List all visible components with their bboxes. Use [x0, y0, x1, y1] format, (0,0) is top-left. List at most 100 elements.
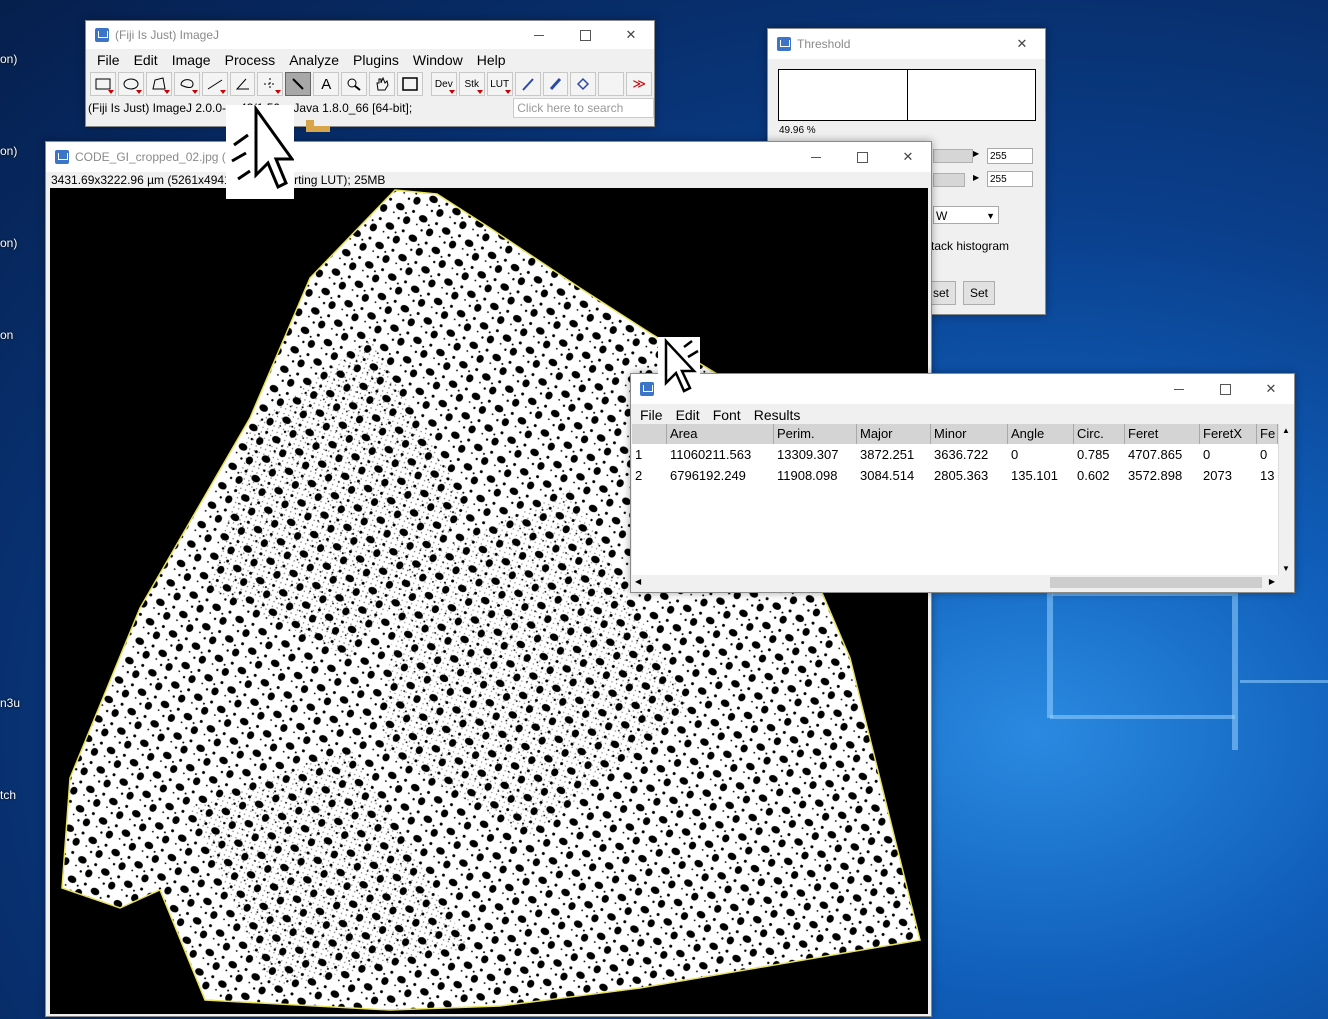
image-titlebar[interactable]: CODE_GI_cropped_02.jpg (G)	[46, 142, 931, 172]
stk-tool[interactable]: Stk	[458, 72, 485, 96]
results-menu-file[interactable]: File	[635, 407, 668, 423]
color-picker-tool[interactable]	[396, 72, 423, 96]
imagej-status-row: (Fiji Is Just) ImageJ 2.0.0-rc-43/1.50e;…	[86, 97, 654, 119]
minimize-button[interactable]	[1156, 374, 1202, 404]
rectangle-tool[interactable]	[90, 72, 116, 96]
min-threshold-field[interactable]: 255	[987, 148, 1033, 164]
table-row[interactable]: 2 6796192.249 11908.098 3084.514 2805.36…	[632, 465, 1278, 486]
column-header[interactable]: Minor	[931, 424, 1008, 444]
imagej-menubar: File Edit Image Process Analyze Plugins …	[86, 49, 654, 71]
table-cell: 3084.514	[860, 468, 915, 483]
close-button[interactable]	[1248, 374, 1294, 404]
minimize-button[interactable]	[793, 142, 839, 172]
vertical-scrollbar[interactable]: ▲ ▼	[1278, 424, 1294, 575]
table-cell: 2	[635, 468, 643, 483]
column-header[interactable]: Circ.	[1074, 424, 1125, 444]
menu-image[interactable]: Image	[165, 52, 218, 68]
display-mode-select[interactable]: W ▼	[933, 206, 999, 224]
desktop-icon-label[interactable]: on	[0, 328, 13, 342]
column-header[interactable]: Area	[667, 424, 774, 444]
freehand-tool[interactable]	[173, 72, 200, 96]
empty-tool-slot[interactable]	[598, 72, 625, 96]
imagej-app-icon	[95, 28, 109, 42]
lut-tool[interactable]: LUT	[486, 72, 513, 96]
menu-window[interactable]: Window	[406, 52, 470, 68]
table-row[interactable]: 1 11060211.563 13309.307 3872.251 3636.7…	[632, 444, 1278, 465]
desktop-icon-label[interactable]: tch	[0, 788, 16, 802]
dev-label: Dev	[434, 78, 453, 90]
text-tool[interactable]: A	[313, 72, 340, 96]
column-header[interactable]: Feret	[1125, 424, 1200, 444]
menu-plugins[interactable]: Plugins	[346, 52, 406, 68]
close-button[interactable]	[608, 21, 654, 49]
table-cell: 2073	[1203, 468, 1232, 483]
maximize-button[interactable]	[1202, 374, 1248, 404]
flood-fill-tool[interactable]	[570, 72, 597, 96]
scroll-left-icon[interactable]: ◀	[635, 577, 641, 586]
results-menu-font[interactable]: Font	[708, 407, 746, 423]
desktop-icon-label[interactable]: on)	[0, 52, 17, 66]
magnifier-tool[interactable]	[341, 72, 368, 96]
column-header[interactable]: Fe	[1257, 424, 1278, 444]
slider-arrow-icon[interactable]: ▶	[973, 173, 983, 185]
angle-tool[interactable]	[229, 72, 256, 96]
max-threshold-slider[interactable]	[933, 173, 965, 187]
line-icon	[207, 79, 222, 90]
scroll-right-icon[interactable]: ▶	[1269, 577, 1275, 586]
desktop-icon-label[interactable]: n3u	[0, 696, 20, 710]
threshold-titlebar[interactable]: Threshold	[768, 29, 1045, 59]
min-threshold-slider[interactable]	[933, 149, 973, 163]
max-threshold-field[interactable]: 255	[987, 171, 1033, 187]
threshold-percent: 49.96 %	[779, 125, 816, 136]
brush-tool[interactable]	[542, 72, 569, 96]
close-button[interactable]	[999, 29, 1045, 59]
column-header[interactable]: Angle	[1008, 424, 1074, 444]
scroll-down-icon[interactable]: ▼	[1282, 564, 1290, 573]
stack-histogram-checkbox[interactable]: tack histogram	[931, 239, 1009, 253]
slider-arrow-icon[interactable]: ▶	[973, 149, 983, 161]
image-canvas[interactable]	[50, 188, 928, 1014]
wand-icon	[292, 78, 305, 90]
menu-edit[interactable]: Edit	[127, 52, 165, 68]
table-cell: 3572.898	[1128, 468, 1183, 483]
imagej-main-window: (Fiji Is Just) ImageJ File Edit Image Pr…	[85, 20, 655, 127]
point-tool[interactable]	[257, 72, 284, 96]
desktop-icon-label[interactable]: on)	[0, 144, 17, 158]
oval-icon	[123, 78, 139, 90]
scrollbar-thumb[interactable]	[1050, 577, 1262, 588]
close-button[interactable]	[885, 142, 931, 172]
desktop-icon-label[interactable]: on)	[0, 236, 17, 250]
dev-tool[interactable]: Dev	[430, 72, 457, 96]
more-tools-button[interactable]: ≫	[626, 72, 653, 96]
imagej-titlebar[interactable]: (Fiji Is Just) ImageJ	[86, 21, 654, 49]
results-menu-edit[interactable]: Edit	[671, 407, 705, 423]
horizontal-scrollbar[interactable]: ◀ ▶	[632, 575, 1278, 590]
results-table[interactable]: Area Perim. Major Minor Angle Circ. Fere…	[632, 424, 1278, 575]
maximize-button[interactable]	[562, 21, 608, 49]
chevron-down-icon: ▼	[986, 211, 995, 221]
polygon-tool[interactable]	[145, 72, 172, 96]
column-header[interactable]: FeretX	[1200, 424, 1257, 444]
minimize-button[interactable]	[516, 21, 562, 49]
column-header[interactable]: Major	[857, 424, 931, 444]
oval-tool[interactable]	[117, 72, 144, 96]
search-input[interactable]: Click here to search	[513, 98, 654, 118]
image-window-title: CODE_GI_cropped_02.jpg (G)	[75, 150, 240, 164]
results-titlebar[interactable]	[631, 374, 1294, 404]
column-header[interactable]: Perim.	[774, 424, 857, 444]
menu-help[interactable]: Help	[470, 52, 513, 68]
hand-tool[interactable]	[369, 72, 395, 96]
menu-analyze[interactable]: Analyze	[282, 52, 346, 68]
menu-file[interactable]: File	[90, 52, 127, 68]
set-button[interactable]: Set	[963, 281, 995, 305]
pointer-cursor-icon	[658, 337, 700, 395]
magnifier-icon	[347, 78, 361, 91]
results-menu-results[interactable]: Results	[749, 407, 806, 423]
menu-process[interactable]: Process	[218, 52, 283, 68]
line-tool[interactable]	[201, 72, 228, 96]
wand-tool[interactable]	[285, 72, 312, 96]
maximize-button[interactable]	[839, 142, 885, 172]
scroll-up-icon[interactable]: ▲	[1282, 426, 1290, 435]
pencil-tool[interactable]	[514, 72, 541, 96]
column-header[interactable]	[632, 424, 667, 444]
